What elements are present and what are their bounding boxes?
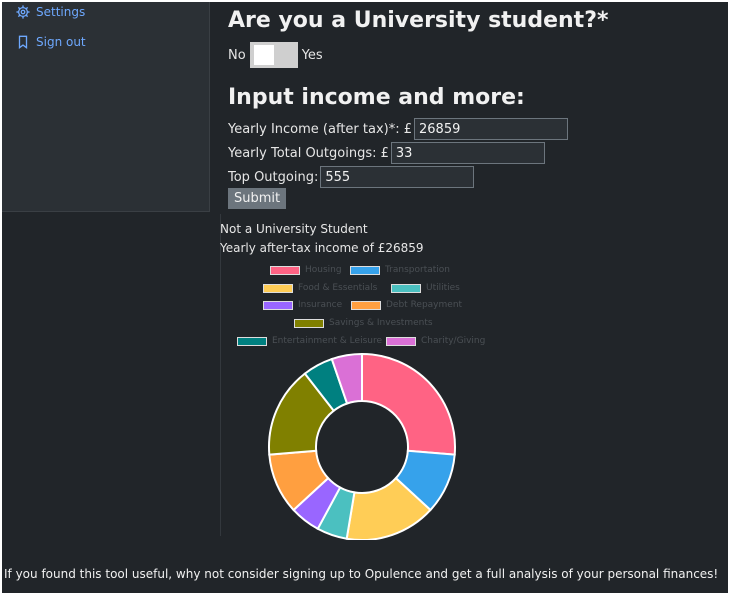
legend-swatch (351, 300, 381, 310)
sidebar-item-label: Sign out (36, 35, 86, 49)
sidebar-item-label: Settings (36, 5, 86, 19)
bookmark-icon (18, 35, 28, 49)
outgoings-label: Yearly Total Outgoings: £ (228, 145, 389, 161)
legend-item[interactable]: Debt Repayment (351, 300, 462, 310)
section-title: Input income and more: (228, 85, 525, 110)
top-outgoing-input[interactable] (320, 166, 475, 188)
legend-item[interactable]: Utilities (391, 283, 460, 293)
legend-label: Insurance (298, 300, 343, 310)
legend-swatch (386, 336, 416, 346)
legend-swatch (294, 318, 324, 328)
legend-swatch (263, 283, 293, 293)
legend-item[interactable]: Savings & Investments (294, 318, 433, 328)
legend-item[interactable]: Entertainment & Leisure (237, 336, 382, 346)
income-label: Yearly Income (after tax)*: £ (228, 121, 412, 137)
sidebar: Settings Sign out (2, 2, 210, 212)
gear-icon (16, 5, 30, 19)
legend-label: Utilities (426, 283, 460, 293)
legend-label: Savings & Investments (329, 318, 433, 328)
legend-item[interactable]: Transportation (350, 265, 450, 275)
student-status: Not a University Student (220, 222, 368, 236)
income-row: Yearly Income (after tax)*: £ (228, 118, 568, 140)
sidebar-item-sign-out[interactable]: Sign out (16, 35, 86, 49)
student-toggle[interactable] (249, 42, 298, 68)
toggle-no-label: No (228, 47, 246, 63)
outgoings-input[interactable] (390, 142, 545, 164)
top-outgoing-row: Top Outgoing: (228, 166, 475, 188)
legend-label: Housing (305, 265, 342, 275)
income-summary: Yearly after-tax income of £26859 (220, 241, 424, 255)
legend-label: Entertainment & Leisure (272, 336, 383, 346)
legend-label: Food & Essentials (298, 283, 378, 293)
page-title: Are you a University student?* (228, 8, 609, 33)
toggle-knob (253, 45, 274, 65)
chart-legend: Housing Transportation Food & Essentials Ut… (232, 262, 492, 350)
page: Settings Sign out Are you a University s… (0, 0, 730, 595)
student-toggle-row: No Yes (228, 42, 323, 68)
legend-item[interactable]: Housing (270, 265, 342, 275)
top-outgoing-label: Top Outgoing: (228, 169, 319, 185)
legend-swatch (391, 283, 421, 293)
legend-item[interactable]: Insurance (263, 300, 342, 310)
app-container: Settings Sign out Are you a University s… (2, 2, 728, 593)
legend-swatch (237, 336, 267, 346)
sidebar-item-settings[interactable]: Settings (16, 5, 85, 19)
legend-label: Charity/Giving (421, 336, 486, 346)
toggle-yes-label: Yes (301, 47, 323, 63)
legend-swatch (270, 265, 300, 275)
donut-slice-housing[interactable] (361, 352, 456, 456)
legend-item[interactable]: Food & Essentials (263, 283, 377, 293)
outgoings-row: Yearly Total Outgoings: £ (228, 142, 545, 164)
legend-swatch (350, 265, 380, 275)
legend-label: Debt Repayment (386, 300, 463, 310)
income-input[interactable] (414, 118, 568, 140)
legend-label: Transportation (385, 265, 450, 275)
divider (220, 214, 221, 536)
legend-item[interactable]: Charity/Giving (386, 336, 485, 346)
legend-swatch (263, 300, 293, 310)
submit-button[interactable]: Submit (228, 188, 287, 209)
donut-chart (268, 352, 456, 540)
footer-message: If you found this tool useful, why not c… (4, 567, 719, 581)
